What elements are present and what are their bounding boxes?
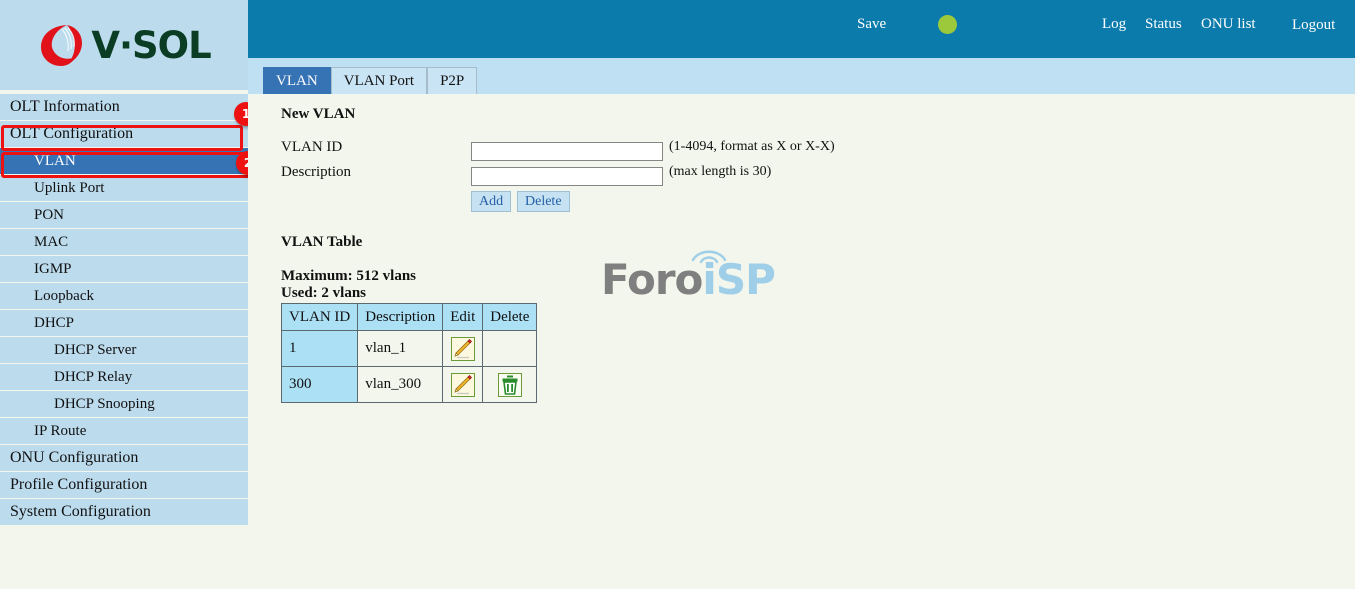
delete-button[interactable]: Delete [517,191,570,212]
cell-description: vlan_1 [357,330,444,367]
status-indicator-dot [938,15,957,34]
sidebar-item-dhcp[interactable]: DHCP [0,310,248,336]
description-input[interactable] [471,167,663,186]
tab-p2p[interactable]: P2P [427,67,478,94]
description-label: Description [281,164,351,180]
add-button[interactable]: Add [471,191,512,212]
cell-vlan-id: 1 [280,330,359,367]
status-link[interactable]: Status [1145,16,1182,33]
pencil-edit-icon[interactable] [450,336,475,361]
column-header-vlan-id: VLAN ID [280,303,359,331]
tab-strip: VLAN VLAN Port P2P [248,58,1355,94]
column-header-description: Description [357,303,444,331]
sidebar-item-dhcp-server[interactable]: DHCP Server [0,337,248,363]
sidebar-nav: OLT Information OLT Configuration VLAN U… [0,90,248,538]
cell-edit [442,330,484,367]
top-header-bar: Save Log Status ONU list Logout [248,0,1355,58]
pencil-edit-icon[interactable] [450,372,475,397]
logout-link[interactable]: Logout [1292,17,1335,34]
brand-logo-text: V·SOL [91,23,211,67]
foroisp-watermark: ForoiSP [601,250,776,301]
sidebar-item-onu-configuration[interactable]: ONU Configuration [0,445,248,471]
cell-delete [482,366,538,403]
sidebar-item-loopback[interactable]: Loopback [0,283,248,309]
sidebar-item-profile-configuration[interactable]: Profile Configuration [0,472,248,498]
description-hint: (max length is 30) [669,164,772,179]
cell-description: vlan_300 [357,366,444,403]
sidebar-item-dhcp-snooping[interactable]: DHCP Snooping [0,391,248,417]
main-content: New VLAN VLAN ID (1-4094, format as X or… [248,94,1355,589]
sidebar-item-pon[interactable]: PON [0,202,248,228]
sidebar-item-igmp[interactable]: IGMP [0,256,248,282]
table-header-row: VLAN ID Description Edit Delete [280,303,538,331]
new-vlan-heading: New VLAN [281,106,356,122]
sidebar-item-olt-configuration[interactable]: OLT Configuration [0,121,248,147]
cell-vlan-id: 300 [280,366,359,403]
wifi-signal-arc-icon [691,250,727,264]
sidebar-item-system-configuration[interactable]: System Configuration [0,499,248,525]
used-vlans-text: Used: 2 vlans [281,285,367,301]
vlan-id-label: VLAN ID [281,139,343,155]
save-button[interactable]: Save [857,16,886,33]
table-row: 300 vlan_300 [280,366,538,403]
cell-edit [442,366,484,403]
maximum-vlans-text: Maximum: 512 vlans [281,268,416,284]
vlan-id-input[interactable] [471,142,663,161]
sidebar-item-ip-route[interactable]: IP Route [0,418,248,444]
log-link[interactable]: Log [1102,16,1126,33]
vsol-sphere-icon [37,21,85,69]
vlan-table-heading: VLAN Table [281,234,363,250]
column-header-edit: Edit [442,303,484,331]
cell-delete [482,330,538,367]
vlan-id-hint: (1-4094, format as X or X-X) [669,139,835,154]
sidebar-item-dhcp-relay[interactable]: DHCP Relay [0,364,248,390]
column-header-delete: Delete [482,303,538,331]
trash-delete-icon[interactable] [497,372,522,397]
onu-list-link[interactable]: ONU list [1201,16,1256,33]
tab-vlan-port[interactable]: VLAN Port [330,67,428,94]
sidebar-item-mac[interactable]: MAC [0,229,248,255]
table-row: 1 vlan_1 [280,330,538,367]
sidebar-item-uplink-port[interactable]: Uplink Port [0,175,248,201]
sidebar-item-vlan[interactable]: VLAN [0,148,248,174]
logo-panel: V·SOL [0,0,248,90]
tab-vlan[interactable]: VLAN [263,67,331,94]
sidebar-item-olt-information[interactable]: OLT Information [0,94,248,120]
vlan-table: VLAN ID Description Edit Delete 1 vlan_1 [280,303,538,403]
